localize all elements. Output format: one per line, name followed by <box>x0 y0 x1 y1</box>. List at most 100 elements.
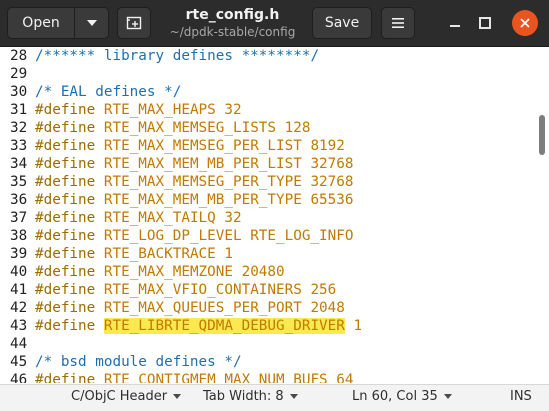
open-button-group: Open <box>7 7 109 39</box>
maximize-icon <box>479 17 491 29</box>
code-line[interactable]: 36 #define RTE_MAX_MEM_MB_PER_TYPE 65536 <box>0 191 535 209</box>
code-token: RTE_MAX_MEMSEG_PER_LIST 8192 <box>103 138 345 154</box>
save-button-label: Save <box>324 15 360 31</box>
menu-button[interactable] <box>381 7 415 39</box>
highlighted-token: RTE_LIBRTE_QDMA_DEBUG_DRIVER <box>103 318 345 334</box>
cursor-position-label: Ln 60, Col 35 <box>352 389 438 404</box>
line-number: 44 <box>10 336 28 352</box>
code-line[interactable]: 42 #define RTE_MAX_QUEUES_PER_PORT 2048 <box>0 299 535 317</box>
code-token: RTE_MAX_MEM_MB_PER_TYPE 65536 <box>103 192 354 208</box>
open-dropdown-button[interactable] <box>75 8 108 38</box>
language-selector[interactable]: C/ObjC Header <box>71 389 182 404</box>
line-number: 30 <box>10 84 28 100</box>
code-line[interactable]: 30 /* EAL defines */ <box>0 83 535 101</box>
code-token: RTE_MAX_MEMSEG_LISTS 128 <box>103 120 311 136</box>
code-line[interactable]: 29 <box>0 65 535 83</box>
line-number: 28 <box>10 48 28 64</box>
save-button[interactable]: Save <box>312 7 372 39</box>
chevron-down-icon <box>173 394 182 399</box>
code-editor[interactable]: 28 /****** library defines ********/ 29 30 /… <box>0 47 549 383</box>
code-line[interactable]: 45 /* bsd module defines */ <box>0 353 535 371</box>
code-token: #define <box>35 156 104 172</box>
code-line[interactable]: 33 #define RTE_MAX_MEMSEG_PER_LIST 8192 <box>0 137 535 155</box>
line-number: 31 <box>10 102 28 118</box>
code-token: /****** library defines ********/ <box>35 48 320 64</box>
tab-width-label: Tab Width: 8 <box>203 389 284 404</box>
code-token: #define <box>35 174 104 190</box>
code-token: #define <box>35 264 104 280</box>
line-number: 40 <box>10 264 28 280</box>
new-tab-icon <box>126 16 142 30</box>
vertical-scrollbar-thumb[interactable] <box>539 115 545 155</box>
code-token: RTE_LOG_DP_LEVEL RTE_LOG_INFO <box>103 228 354 244</box>
code-line[interactable]: 37 #define RTE_MAX_TAILQ 32 <box>0 209 535 227</box>
code-token: /* EAL defines */ <box>35 84 182 100</box>
code-text: #define RTE_LOG_DP_LEVEL RTE_LOG_INFO <box>35 227 354 245</box>
code-text: /****** library defines ********/ <box>35 47 319 65</box>
code-line[interactable]: 34 #define RTE_MAX_MEM_MB_PER_LIST 32768 <box>0 155 535 173</box>
code-line[interactable]: 28 /****** library defines ********/ <box>0 47 535 65</box>
code-line[interactable]: 43 #define RTE_LIBRTE_QDMA_DEBUG_DRIVER 1 <box>0 317 535 335</box>
code-token: /* bsd module defines */ <box>35 354 242 370</box>
code-token: #define <box>35 120 104 136</box>
code-token: RTE_MAX_MEM_MB_PER_LIST 32768 <box>103 156 354 172</box>
insert-mode-indicator[interactable]: INS <box>510 389 532 404</box>
code-line[interactable]: 41 #define RTE_MAX_VFIO_CONTAINERS 256 <box>0 281 535 299</box>
line-number: 29 <box>10 66 28 82</box>
code-text: #define RTE_MAX_QUEUES_PER_PORT 2048 <box>35 299 345 317</box>
code-line[interactable]: 46 #define RTE_CONTIGMEM_MAX_NUM_BUFS 64 <box>0 371 535 383</box>
line-number: 39 <box>10 246 28 262</box>
maximize-button[interactable] <box>473 11 497 35</box>
code-token: #define <box>35 372 104 383</box>
chevron-down-icon <box>289 394 298 399</box>
chevron-down-icon <box>86 20 97 26</box>
code-text: #define RTE_LIBRTE_QDMA_DEBUG_DRIVER 1 <box>35 317 362 335</box>
code-token: #define <box>35 138 104 154</box>
open-button-label: Open <box>22 15 60 31</box>
language-label: C/ObjC Header <box>71 389 168 404</box>
code-token: RTE_CONTIGMEM_MAX_NUM_BUFS 64 <box>103 372 354 383</box>
code-token: #define <box>35 228 104 244</box>
code-token: RTE_MAX_MEMZONE 20480 <box>103 264 285 280</box>
code-text: #define RTE_MAX_MEMSEG_PER_TYPE 32768 <box>35 173 354 191</box>
code-line[interactable]: 38 #define RTE_LOG_DP_LEVEL RTE_LOG_INFO <box>0 227 535 245</box>
code-line[interactable]: 32 #define RTE_MAX_MEMSEG_LISTS 128 <box>0 119 535 137</box>
code-token: #define <box>35 282 104 298</box>
chevron-down-icon <box>443 394 452 399</box>
header-bar: Open rte_config.h ~/dpdk-stable/config S… <box>0 0 549 47</box>
code-line[interactable]: 31 #define RTE_MAX_HEAPS 32 <box>0 101 535 119</box>
code-line[interactable]: 39 #define RTE_BACKTRACE 1 <box>0 245 535 263</box>
line-number: 43 <box>10 318 28 334</box>
line-number: 34 <box>10 156 28 172</box>
document-title: rte_config.h <box>185 7 280 23</box>
line-number: 36 <box>10 192 28 208</box>
document-path: ~/dpdk-stable/config <box>169 25 296 39</box>
cursor-position[interactable]: Ln 60, Col 35 <box>352 389 452 404</box>
code-token: #define <box>35 318 104 334</box>
window-title: rte_config.h ~/dpdk-stable/config <box>160 6 305 40</box>
line-number: 38 <box>10 228 28 244</box>
code-text: /* EAL defines */ <box>35 83 181 101</box>
open-button[interactable]: Open <box>8 8 75 38</box>
line-number: 37 <box>10 210 28 226</box>
line-number: 46 <box>10 372 28 383</box>
code-text: #define RTE_MAX_TAILQ 32 <box>35 209 242 227</box>
insert-mode-label: INS <box>510 389 532 404</box>
minimize-button[interactable] <box>443 11 467 35</box>
code-line[interactable]: 44 <box>0 335 535 353</box>
code-line[interactable]: 40 #define RTE_MAX_MEMZONE 20480 <box>0 263 535 281</box>
line-number: 33 <box>10 138 28 154</box>
code-token: RTE_MAX_QUEUES_PER_PORT 2048 <box>103 300 345 316</box>
code-token: #define <box>35 102 104 118</box>
code-text: #define RTE_CONTIGMEM_MAX_NUM_BUFS 64 <box>35 371 354 383</box>
code-token: #define <box>35 300 104 316</box>
close-button[interactable] <box>512 10 538 36</box>
line-number: 42 <box>10 300 28 316</box>
code-text: #define RTE_MAX_MEMSEG_PER_LIST 8192 <box>35 137 345 155</box>
code-line[interactable]: 35 #define RTE_MAX_MEMSEG_PER_TYPE 32768 <box>0 173 535 191</box>
line-number: 41 <box>10 282 28 298</box>
new-tab-button[interactable] <box>117 7 151 39</box>
tab-width-selector[interactable]: Tab Width: 8 <box>203 389 298 404</box>
code-text: #define RTE_BACKTRACE 1 <box>35 245 233 263</box>
code-text: #define RTE_MAX_MEMZONE 20480 <box>35 263 285 281</box>
